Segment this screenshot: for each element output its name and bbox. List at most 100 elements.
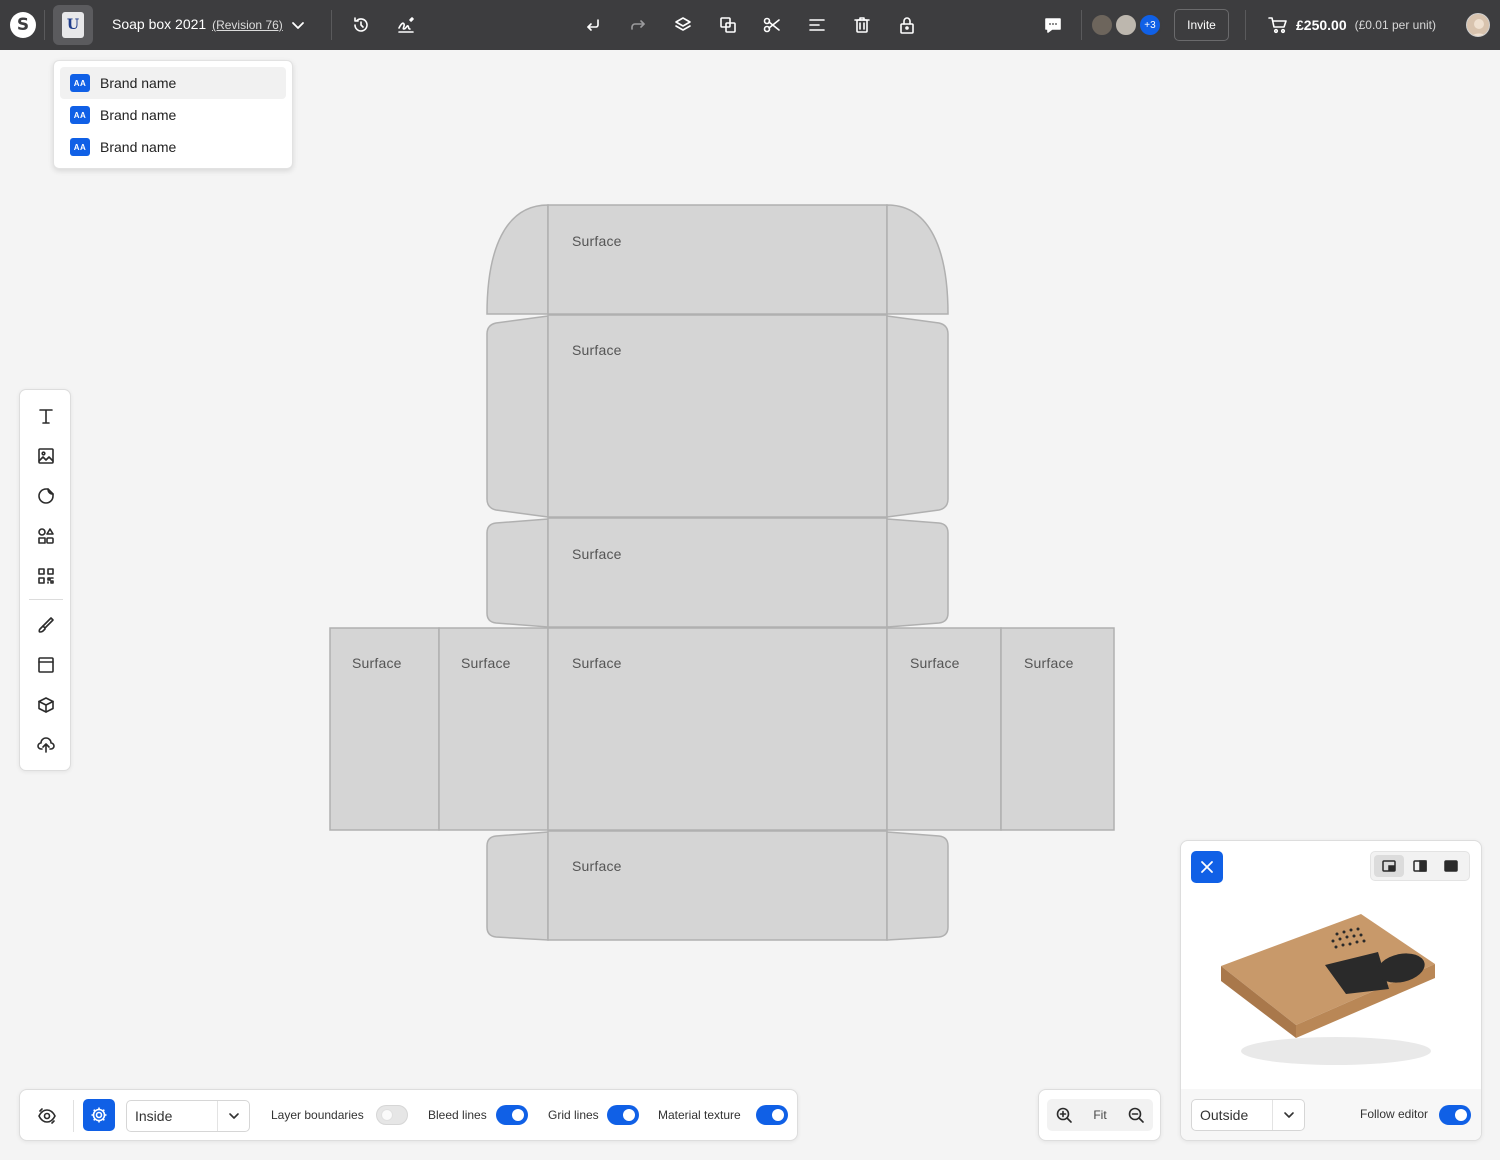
zoom-out-icon[interactable]: [1127, 1106, 1145, 1124]
app-logo[interactable]: S: [10, 12, 36, 38]
grid-lines-toggle[interactable]: [607, 1105, 639, 1125]
top-bar: S U Soap box 2021 (Revision 76) +3 Invit…: [0, 0, 1500, 50]
view-side-select[interactable]: Inside: [126, 1100, 250, 1132]
left-toolbar: [19, 389, 71, 771]
upload-icon[interactable]: [35, 734, 57, 756]
project-title[interactable]: Soap box 2021 (Revision 76): [112, 16, 283, 32]
price-per-unit: (£0.01 per unit): [1354, 18, 1436, 32]
dieline-flap: [886, 204, 949, 315]
layout-pip-icon[interactable]: [1374, 855, 1404, 877]
surface-label: Surface: [572, 233, 622, 249]
signature-icon[interactable]: [395, 14, 417, 36]
preview-layout-switcher: [1370, 851, 1470, 881]
zoom-fit-button[interactable]: Fit: [1086, 1099, 1114, 1131]
surface-label: Surface: [1024, 655, 1074, 671]
layer-boundaries-label: Layer boundaries: [271, 1108, 364, 1122]
zoom-group: Fit: [1047, 1099, 1153, 1131]
surface-label: Surface: [572, 342, 622, 358]
preview-side-select[interactable]: Outside: [1191, 1099, 1305, 1131]
invite-button[interactable]: Invite: [1174, 9, 1229, 41]
brand-badge-icon: AA: [70, 106, 90, 124]
collaborator-avatar[interactable]: [1090, 13, 1114, 37]
divider: [44, 10, 45, 40]
brush-icon[interactable]: [35, 614, 57, 636]
dieline-panel: [886, 627, 1002, 831]
undo-icon[interactable]: [582, 14, 604, 36]
toggle-knob: [381, 1109, 393, 1121]
brand-menu-item-label: Brand name: [100, 75, 177, 91]
brand-menu-item[interactable]: AA Brand name: [60, 99, 286, 131]
history-icon[interactable]: [350, 14, 372, 36]
align-icon[interactable]: [806, 14, 828, 36]
grid-lines-label: Grid lines: [548, 1108, 599, 1122]
template-icon[interactable]: [35, 654, 57, 676]
dieline-panel: [547, 830, 888, 941]
redo-icon[interactable]: [627, 14, 649, 36]
preview-footer: Outside Follow editor: [1181, 1089, 1481, 1140]
brand-menu-item[interactable]: AA Brand name: [60, 67, 286, 99]
view-side-value: Inside: [135, 1108, 173, 1124]
divider: [331, 10, 332, 40]
toggle-knob: [623, 1109, 635, 1121]
brand-badge-icon: AA: [70, 138, 90, 156]
close-icon: [1201, 861, 1213, 873]
dieline-flap: [886, 831, 949, 941]
brand-menu: AA Brand name AA Brand name AA Brand nam…: [53, 60, 293, 169]
brand-switcher-button[interactable]: U: [53, 5, 93, 45]
collaborator-avatar[interactable]: [1114, 13, 1138, 37]
material-texture-toggle[interactable]: [756, 1105, 788, 1125]
divider: [73, 1100, 74, 1132]
zoom-in-icon[interactable]: [1055, 1106, 1073, 1124]
3d-preview-panel: Outside Follow editor: [1180, 840, 1482, 1141]
delete-icon[interactable]: [851, 14, 873, 36]
close-preview-button[interactable]: [1191, 851, 1223, 883]
duplicate-icon[interactable]: [717, 14, 739, 36]
dieline-flap: [486, 315, 549, 518]
cut-icon[interactable]: [761, 14, 783, 36]
preview-mode-icon[interactable]: [36, 1105, 58, 1127]
text-icon[interactable]: [35, 405, 57, 427]
brand-logo: U: [62, 12, 84, 38]
dieline-flap: [486, 831, 549, 941]
qr-code-icon[interactable]: [35, 565, 57, 587]
bleed-lines-toggle[interactable]: [496, 1105, 528, 1125]
surface-label: Surface: [572, 858, 622, 874]
dieline-panel: [547, 627, 888, 831]
sticker-icon[interactable]: [35, 485, 57, 507]
surface-label: Surface: [910, 655, 960, 671]
view-controls-bar: Inside Layer boundaries Bleed lines Grid…: [19, 1089, 798, 1141]
layout-split-icon[interactable]: [1405, 855, 1435, 877]
divider: [1081, 10, 1082, 40]
more-collaborators-badge[interactable]: +3: [1138, 13, 1162, 37]
brand-menu-item-label: Brand name: [100, 139, 177, 155]
zoom-controls: Fit: [1038, 1089, 1161, 1141]
dieline-panel: [329, 627, 440, 831]
settings-button[interactable]: [83, 1099, 115, 1131]
dieline-flap: [486, 518, 549, 628]
layers-icon[interactable]: [672, 14, 694, 36]
toggle-knob: [512, 1109, 524, 1121]
layout-full-icon[interactable]: [1436, 855, 1466, 877]
bleed-lines-label: Bleed lines: [428, 1108, 487, 1122]
dieline-panel: [438, 627, 549, 831]
user-avatar[interactable]: [1466, 13, 1490, 37]
divider: [29, 599, 63, 600]
preview-side-value: Outside: [1200, 1107, 1249, 1123]
comments-icon[interactable]: [1042, 14, 1064, 36]
surface-label: Surface: [572, 655, 622, 671]
brand-menu-item-label: Brand name: [100, 107, 177, 123]
box-icon[interactable]: [35, 694, 57, 716]
shapes-icon[interactable]: [35, 525, 57, 547]
dieline-panel: [547, 314, 888, 518]
brand-menu-item[interactable]: AA Brand name: [60, 131, 286, 163]
cart-button[interactable]: £250.00 (£0.01 per unit): [1268, 16, 1436, 34]
revision-link[interactable]: (Revision 76): [212, 18, 283, 32]
layer-boundaries-toggle[interactable]: [376, 1105, 408, 1125]
chevron-down-icon: [1272, 1100, 1304, 1130]
toggle-knob: [772, 1109, 784, 1121]
chevron-down-icon[interactable]: [290, 17, 306, 33]
dieline-panel: [547, 517, 888, 628]
lock-icon[interactable]: [896, 14, 918, 36]
image-icon[interactable]: [35, 445, 57, 467]
follow-editor-toggle[interactable]: [1439, 1105, 1471, 1125]
